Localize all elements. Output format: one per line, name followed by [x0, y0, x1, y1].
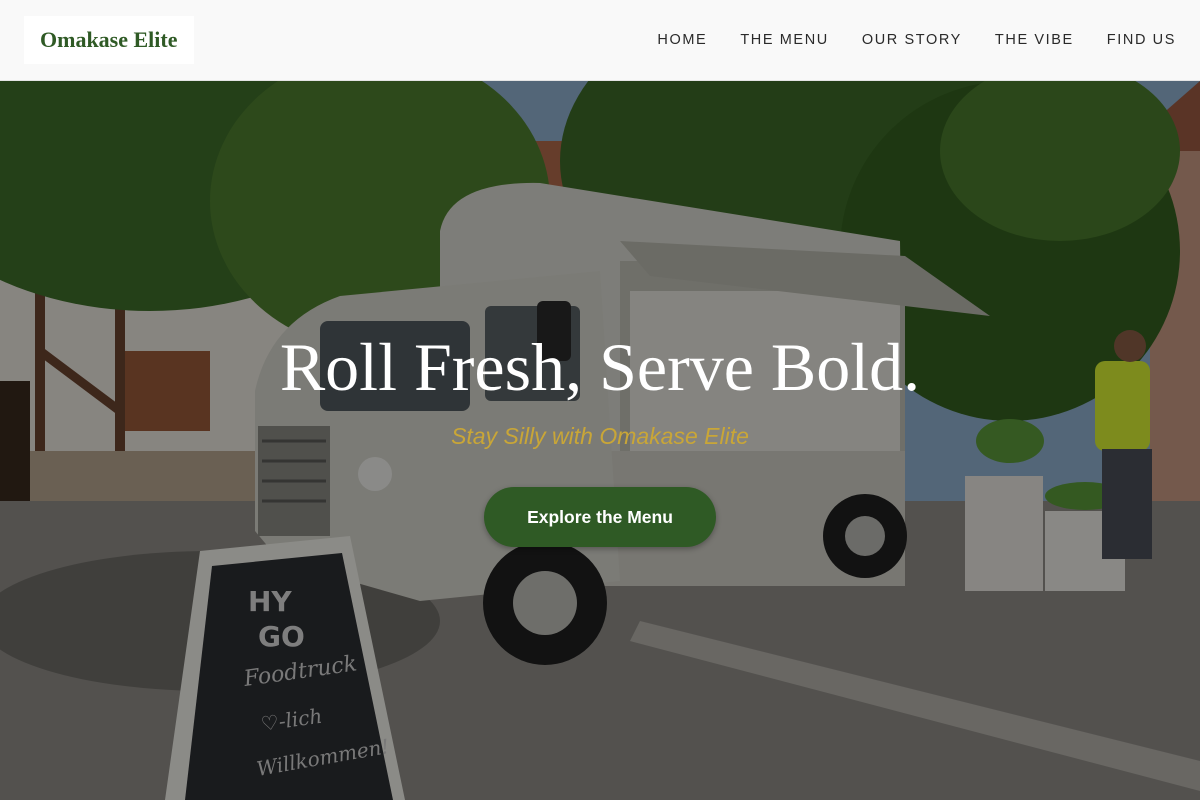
site-header: Omakase Elite HOME THE MENU OUR STORY TH… — [0, 0, 1200, 81]
nav-home[interactable]: HOME — [657, 32, 707, 48]
site-logo[interactable]: Omakase Elite — [24, 16, 194, 64]
nav-the-menu[interactable]: THE MENU — [740, 32, 829, 48]
nav-the-vibe[interactable]: THE VIBE — [995, 32, 1074, 48]
main-nav: HOME THE MENU OUR STORY THE VIBE FIND US — [657, 32, 1176, 48]
nav-find-us[interactable]: FIND US — [1107, 32, 1176, 48]
hero-title: Roll Fresh, Serve Bold. — [279, 329, 921, 405]
hero-subtitle: Stay Silly with Omakase Elite — [451, 423, 749, 449]
hero-content: Roll Fresh, Serve Bold. Stay Silly with … — [0, 81, 1200, 800]
hero-section: HY GO Foodtruck ♡-lich Willkommen! Roll … — [0, 81, 1200, 800]
nav-our-story[interactable]: OUR STORY — [862, 32, 962, 48]
explore-menu-button[interactable]: Explore the Menu — [484, 487, 716, 547]
